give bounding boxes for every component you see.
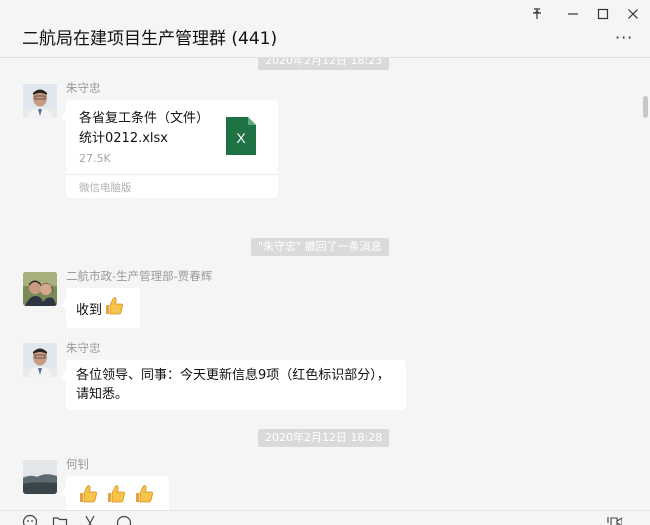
avatar[interactable]: [23, 460, 57, 494]
input-toolbar: [0, 510, 650, 525]
file-size: 27.5K: [79, 152, 111, 165]
text-message-bubble[interactable]: 收到: [61, 288, 140, 328]
thumbs-up-icon: [106, 484, 126, 504]
svg-text:X: X: [236, 130, 246, 146]
timestamp-pill: 2020年2月12日 18:23: [258, 58, 390, 70]
file-message-card[interactable]: 各省复工条件（文件）统计0212.xlsx 27.5K X 微信电脑版: [61, 100, 278, 198]
timestamp-pill: 2020年2月12日 18:28: [258, 429, 390, 447]
recall-notice: "朱守忠" 撤回了一条消息: [251, 238, 389, 256]
scissors-icon[interactable]: [82, 514, 98, 525]
divider: [66, 174, 278, 175]
sender-name: 何钊: [66, 457, 89, 471]
chat-messages[interactable]: 2020年2月12日 18:23 朱守忠 各省复工条件（文件）统计0212.xl…: [0, 58, 650, 510]
excel-file-icon: X: [226, 117, 256, 155]
avatar[interactable]: [23, 272, 57, 306]
sender-name: 朱守忠: [66, 341, 101, 355]
close-button[interactable]: [622, 6, 644, 22]
scrollbar-thumb[interactable]: [643, 96, 648, 118]
emoji-message-bubble[interactable]: [61, 476, 169, 510]
message-text: 各位领导、同事：今天更新信息9项（红色标识部分），请知悉。: [76, 368, 390, 402]
minimize-button[interactable]: [562, 6, 584, 22]
title-bar: 二航局在建项目生产管理群 (441) ···: [0, 0, 650, 58]
wechat-window: 二航局在建项目生产管理群 (441) ··· 2020年2月12日 18:23: [0, 0, 650, 525]
folder-icon[interactable]: [52, 514, 68, 525]
file-name: 各省复工条件（文件）统计0212.xlsx: [79, 111, 210, 146]
sender-name: 二航市政-生产管理部-贾春辉: [66, 269, 213, 283]
more-options-button[interactable]: ···: [615, 28, 633, 47]
message-text: 收到: [76, 303, 103, 318]
chat-title: 二航局在建项目生产管理群 (441): [22, 29, 278, 49]
sender-name: 朱守忠: [66, 81, 101, 95]
thumbs-up-icon: [134, 484, 154, 504]
avatar[interactable]: [23, 84, 57, 118]
thumbs-up-icon: [104, 296, 124, 316]
emoji-icon[interactable]: [22, 514, 38, 525]
pin-icon[interactable]: [526, 6, 548, 22]
file-source-label: 微信电脑版: [79, 182, 132, 194]
chat-history-icon[interactable]: [116, 514, 132, 525]
video-call-icon[interactable]: [606, 514, 622, 525]
avatar[interactable]: [23, 343, 57, 377]
maximize-button[interactable]: [592, 6, 614, 22]
thumbs-up-icon: [78, 484, 98, 504]
text-message-bubble[interactable]: 各位领导、同事：今天更新信息9项（红色标识部分），请知悉。: [61, 360, 406, 410]
